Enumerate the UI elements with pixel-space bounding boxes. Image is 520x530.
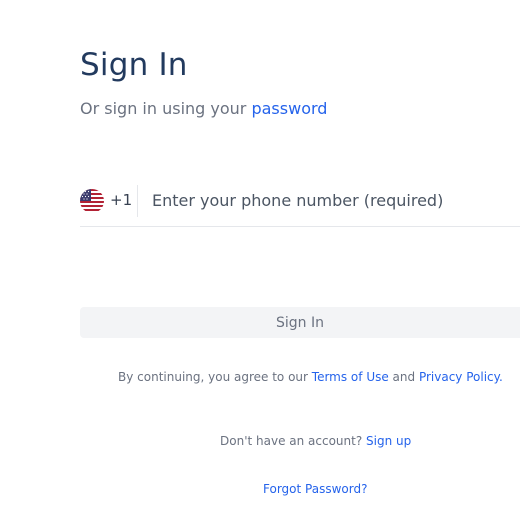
signup-prompt: Don't have an account? Sign up	[220, 434, 411, 448]
sign-up-link[interactable]: Sign up	[366, 434, 411, 448]
terms-prefix: By continuing, you agree to our	[118, 370, 312, 384]
phone-number-input[interactable]	[152, 186, 518, 214]
privacy-policy-link[interactable]: Privacy Policy.	[419, 370, 503, 384]
us-flag-icon	[80, 189, 104, 213]
terms-notice: By continuing, you agree to our Terms of…	[118, 370, 503, 384]
sign-in-button[interactable]: Sign In	[80, 307, 520, 338]
phone-number-field: +1	[80, 183, 520, 227]
sign-in-subtitle: Or sign in using your password	[80, 99, 327, 118]
country-code-divider	[137, 185, 138, 217]
terms-of-use-link[interactable]: Terms of Use	[312, 370, 389, 384]
terms-middle: and	[388, 370, 419, 384]
country-code-selector[interactable]: +1	[80, 183, 137, 218]
signup-prompt-text: Don't have an account?	[220, 434, 367, 448]
page-title: Sign In	[80, 47, 188, 83]
dial-code: +1	[110, 191, 133, 209]
subtitle-prefix: Or sign in using your	[80, 99, 252, 118]
forgot-password-row: Forgot Password?	[263, 482, 367, 496]
password-link[interactable]: password	[251, 99, 327, 118]
forgot-password-link[interactable]: Forgot Password?	[263, 482, 367, 496]
sign-in-page: Sign In Or sign in using your password +…	[0, 0, 520, 530]
